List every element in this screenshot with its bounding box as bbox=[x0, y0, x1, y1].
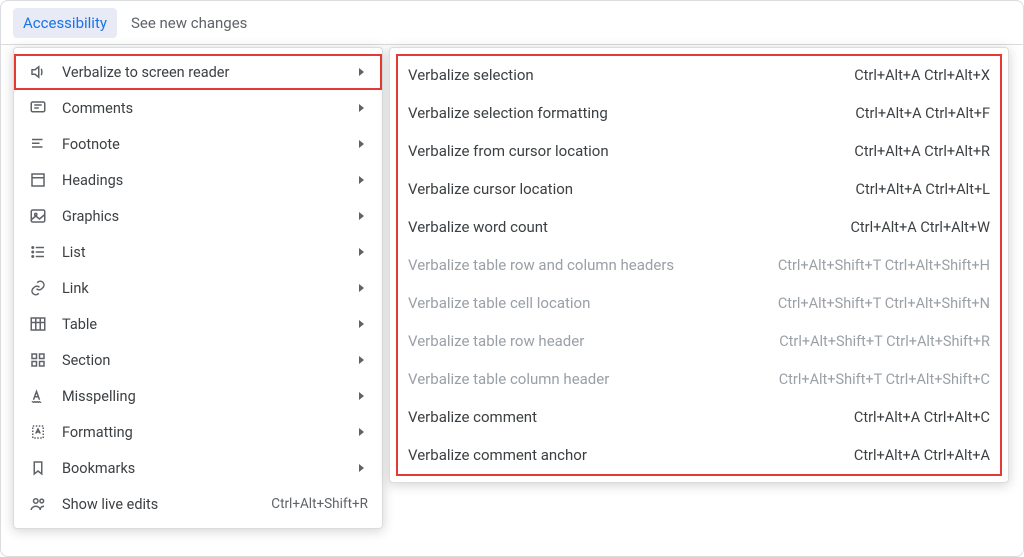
submenu-item[interactable]: Verbalize cursor location Ctrl+Alt+A Ctrl… bbox=[390, 170, 1008, 208]
menu-misspelling[interactable]: Misspelling bbox=[14, 378, 382, 414]
submenu-label: Verbalize table column header bbox=[408, 370, 763, 388]
submenu-item: Verbalize table column header Ctrl+Alt+Sh… bbox=[390, 360, 1008, 398]
menu-show-live-edits[interactable]: Show live edits Ctrl+Alt+Shift+R bbox=[14, 486, 382, 522]
menu-comments[interactable]: Comments bbox=[14, 90, 382, 126]
menu-graphics[interactable]: Graphics bbox=[14, 198, 382, 234]
chevron-right-icon bbox=[356, 210, 368, 222]
chevron-right-icon bbox=[356, 246, 368, 258]
submenu-shortcut: Ctrl+Alt+Shift+T Ctrl+Alt+Shift+C bbox=[779, 371, 990, 388]
submenu-label: Verbalize selection bbox=[408, 66, 838, 84]
submenu-shortcut: Ctrl+Alt+A Ctrl+Alt+X bbox=[854, 67, 990, 84]
bookmark-icon bbox=[28, 458, 48, 478]
menu-label: Misspelling bbox=[62, 388, 342, 405]
chevron-right-icon bbox=[356, 426, 368, 438]
menubar-see-new-changes[interactable]: See new changes bbox=[121, 8, 257, 38]
submenu-item: Verbalize table row and column headers Ct… bbox=[390, 246, 1008, 284]
menu-label: Formatting bbox=[62, 424, 342, 441]
menubar-accessibility[interactable]: Accessibility bbox=[13, 8, 117, 38]
submenu-shortcut: Ctrl+Alt+A Ctrl+Alt+A bbox=[854, 447, 990, 464]
chevron-right-icon bbox=[356, 390, 368, 402]
submenu-label: Verbalize word count bbox=[408, 218, 834, 236]
chevron-right-icon bbox=[356, 462, 368, 474]
menu-label: List bbox=[62, 244, 342, 261]
submenu-shortcut: Ctrl+Alt+Shift+T Ctrl+Alt+Shift+R bbox=[779, 333, 990, 350]
menu-footnote[interactable]: Footnote bbox=[14, 126, 382, 162]
menubar: Accessibility See new changes bbox=[1, 1, 1023, 45]
menu-label: Graphics bbox=[62, 208, 342, 225]
menu-list[interactable]: List bbox=[14, 234, 382, 270]
menu-label: Verbalize to screen reader bbox=[62, 64, 342, 81]
headings-icon bbox=[28, 170, 48, 190]
menu-table[interactable]: Table bbox=[14, 306, 382, 342]
submenu-item[interactable]: Verbalize from cursor location Ctrl+Alt+A… bbox=[390, 132, 1008, 170]
submenu-item: Verbalize table row header Ctrl+Alt+Shift… bbox=[390, 322, 1008, 360]
submenu-label: Verbalize comment bbox=[408, 408, 838, 426]
menu-formatting[interactable]: Formatting bbox=[14, 414, 382, 450]
submenu-item[interactable]: Verbalize selection Ctrl+Alt+A Ctrl+Alt+X bbox=[390, 56, 1008, 94]
menu-label: Comments bbox=[62, 100, 342, 117]
submenu-shortcut: Ctrl+Alt+Shift+T Ctrl+Alt+Shift+N bbox=[778, 295, 990, 312]
menu-bookmarks[interactable]: Bookmarks bbox=[14, 450, 382, 486]
submenu-item[interactable]: Verbalize word count Ctrl+Alt+A Ctrl+Alt+… bbox=[390, 208, 1008, 246]
people-icon bbox=[28, 494, 48, 514]
submenu-item: Verbalize table cell location Ctrl+Alt+Sh… bbox=[390, 284, 1008, 322]
speaker-icon bbox=[28, 62, 48, 82]
menu-verbalize-to-screen-reader[interactable]: Verbalize to screen reader bbox=[14, 54, 382, 90]
chevron-right-icon bbox=[356, 318, 368, 330]
table-icon bbox=[28, 314, 48, 334]
chevron-right-icon bbox=[356, 102, 368, 114]
submenu-shortcut: Ctrl+Alt+A Ctrl+Alt+W bbox=[850, 219, 990, 236]
menu-label: Footnote bbox=[62, 136, 342, 153]
menu-label: Headings bbox=[62, 172, 342, 189]
submenu-shortcut: Ctrl+Alt+A Ctrl+Alt+L bbox=[856, 181, 990, 198]
menu-label: Bookmarks bbox=[62, 460, 342, 477]
menu-shortcut: Ctrl+Alt+Shift+R bbox=[271, 496, 368, 512]
submenu-item[interactable]: Verbalize comment Ctrl+Alt+A Ctrl+Alt+C bbox=[390, 398, 1008, 436]
submenu-shortcut: Ctrl+Alt+A Ctrl+Alt+F bbox=[855, 105, 990, 122]
chevron-right-icon bbox=[356, 138, 368, 150]
menu-label: Link bbox=[62, 280, 342, 297]
comments-icon bbox=[28, 98, 48, 118]
chevron-right-icon bbox=[356, 174, 368, 186]
window-frame: Accessibility See new changes Verbalize … bbox=[0, 0, 1024, 557]
formatting-icon bbox=[28, 422, 48, 442]
misspelling-icon bbox=[28, 386, 48, 406]
submenu-label: Verbalize selection formatting bbox=[408, 104, 839, 122]
submenu-label: Verbalize table row header bbox=[408, 332, 763, 350]
submenu-label: Verbalize table row and column headers bbox=[408, 256, 762, 274]
footnote-icon bbox=[28, 134, 48, 154]
verbalize-submenu: Verbalize selection Ctrl+Alt+A Ctrl+Alt+X… bbox=[389, 47, 1009, 483]
chevron-right-icon bbox=[356, 354, 368, 366]
menu-label: Show live edits bbox=[62, 496, 257, 513]
menu-section[interactable]: Section bbox=[14, 342, 382, 378]
submenu-label: Verbalize comment anchor bbox=[408, 446, 838, 464]
chevron-right-icon bbox=[356, 282, 368, 294]
submenu-shortcut: Ctrl+Alt+A Ctrl+Alt+C bbox=[854, 409, 990, 426]
menu-label: Section bbox=[62, 352, 342, 369]
submenu-label: Verbalize cursor location bbox=[408, 180, 840, 198]
graphics-icon bbox=[28, 206, 48, 226]
submenu-item[interactable]: Verbalize selection formatting Ctrl+Alt+A… bbox=[390, 94, 1008, 132]
section-icon bbox=[28, 350, 48, 370]
menu-label: Table bbox=[62, 316, 342, 333]
chevron-right-icon bbox=[356, 66, 368, 78]
menu-headings[interactable]: Headings bbox=[14, 162, 382, 198]
submenu-shortcut: Ctrl+Alt+Shift+T Ctrl+Alt+Shift+H bbox=[778, 257, 990, 274]
submenu-item[interactable]: Verbalize comment anchor Ctrl+Alt+A Ctrl+… bbox=[390, 436, 1008, 474]
submenu-label: Verbalize table cell location bbox=[408, 294, 762, 312]
menu-link[interactable]: Link bbox=[14, 270, 382, 306]
submenu-label: Verbalize from cursor location bbox=[408, 142, 838, 160]
submenu-shortcut: Ctrl+Alt+A Ctrl+Alt+R bbox=[854, 143, 990, 160]
list-icon bbox=[28, 242, 48, 262]
accessibility-dropdown: Verbalize to screen reader Comments Foot… bbox=[13, 47, 383, 529]
link-icon bbox=[28, 278, 48, 298]
